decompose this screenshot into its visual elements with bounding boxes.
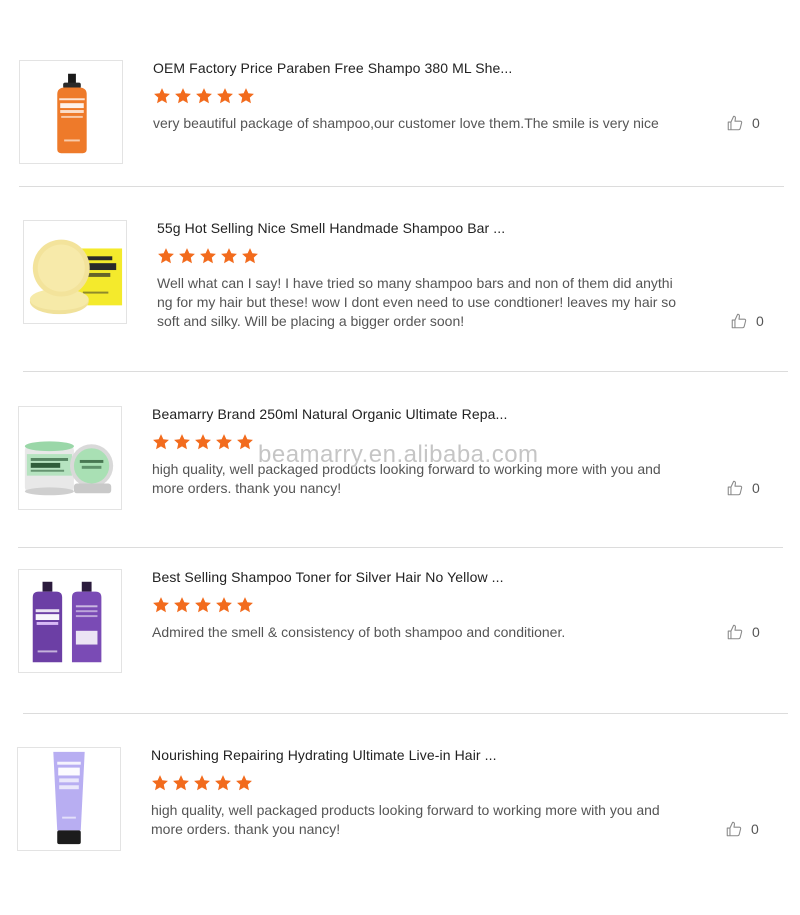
- like-count: 0: [752, 480, 760, 496]
- rating-stars: [152, 433, 254, 451]
- thumbs-up-icon: [726, 623, 744, 641]
- like-button[interactable]: 0: [726, 114, 760, 132]
- star-icon: [158, 248, 174, 264]
- like-count: 0: [751, 821, 759, 837]
- star-icon: [175, 88, 191, 104]
- product-thumbnail[interactable]: [18, 406, 122, 510]
- divider: [23, 713, 788, 714]
- divider: [23, 371, 788, 372]
- star-icon: [196, 88, 212, 104]
- like-button[interactable]: 0: [725, 820, 759, 838]
- star-icon: [237, 597, 253, 613]
- star-icon: [195, 597, 211, 613]
- product-title[interactable]: Best Selling Shampoo Toner for Silver Ha…: [152, 569, 504, 585]
- star-icon: [152, 775, 168, 791]
- star-icon: [195, 434, 211, 450]
- star-icon: [236, 775, 252, 791]
- rating-stars: [153, 87, 255, 105]
- product-title[interactable]: Beamarry Brand 250ml Natural Organic Ult…: [152, 406, 507, 422]
- star-icon: [217, 88, 233, 104]
- product-thumbnail[interactable]: [23, 220, 127, 324]
- rating-stars: [151, 774, 253, 792]
- star-icon: [221, 248, 237, 264]
- review-text: high quality, well packaged products loo…: [152, 461, 661, 496]
- product-title[interactable]: OEM Factory Price Paraben Free Shampo 38…: [153, 60, 512, 76]
- review-text: very beautiful package of shampoo,our cu…: [153, 115, 659, 131]
- star-icon: [153, 434, 169, 450]
- product-title[interactable]: Nourishing Repairing Hydrating Ultimate …: [151, 747, 497, 763]
- like-button[interactable]: 0: [726, 623, 760, 641]
- thumbs-up-icon: [730, 312, 748, 330]
- thumbs-up-icon: [726, 114, 744, 132]
- rating-stars: [157, 247, 259, 265]
- product-image: [32, 581, 102, 663]
- product-image: [53, 751, 85, 845]
- star-icon: [216, 597, 232, 613]
- star-icon: [174, 434, 190, 450]
- thumbs-up-icon: [726, 479, 744, 497]
- product-thumbnail[interactable]: [18, 569, 122, 673]
- product-title[interactable]: 55g Hot Selling Nice Smell Handmade Sham…: [157, 220, 505, 236]
- star-icon: [173, 775, 189, 791]
- divider: [18, 547, 783, 548]
- product-image: [24, 441, 114, 496]
- like-button[interactable]: 0: [730, 312, 764, 330]
- star-icon: [238, 88, 254, 104]
- product-thumbnail[interactable]: [17, 747, 121, 851]
- star-icon: [153, 597, 169, 613]
- star-icon: [200, 248, 216, 264]
- like-count: 0: [752, 115, 760, 131]
- divider: [19, 186, 784, 187]
- review-text: Admired the smell & consistency of both …: [152, 624, 566, 640]
- star-icon: [237, 434, 253, 450]
- thumbs-up-icon: [725, 820, 743, 838]
- product-image: [29, 239, 123, 315]
- review-text: high quality, well packaged products loo…: [151, 802, 660, 837]
- like-count: 0: [752, 624, 760, 640]
- star-icon: [154, 88, 170, 104]
- like-button[interactable]: 0: [726, 479, 760, 497]
- product-thumbnail[interactable]: [19, 60, 123, 164]
- rating-stars: [152, 596, 254, 614]
- star-icon: [216, 434, 232, 450]
- star-icon: [194, 775, 210, 791]
- product-image: [57, 73, 87, 154]
- star-icon: [215, 775, 231, 791]
- star-icon: [242, 248, 258, 264]
- like-count: 0: [756, 313, 764, 329]
- star-icon: [174, 597, 190, 613]
- review-text: Well what can I say! I have tried so man…: [157, 275, 677, 329]
- star-icon: [179, 248, 195, 264]
